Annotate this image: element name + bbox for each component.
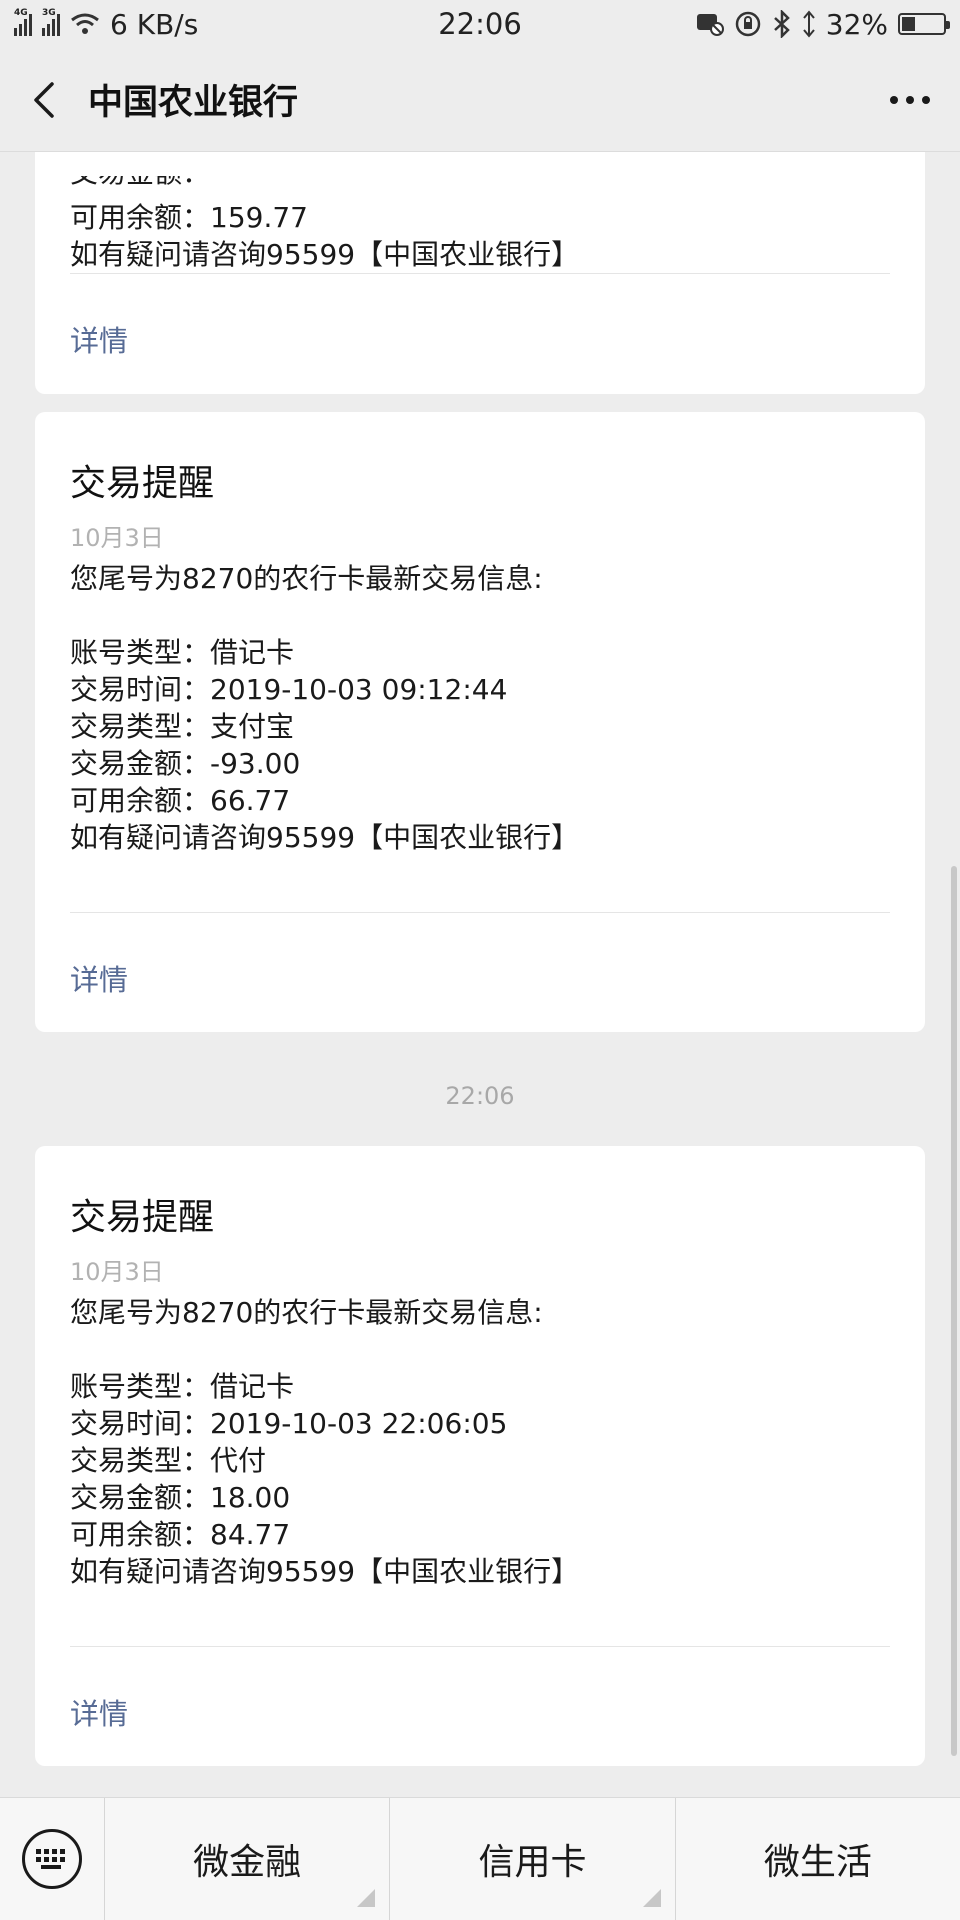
network-speed: 6 KB/s: [110, 7, 199, 41]
back-button[interactable]: [0, 48, 88, 152]
menu-item-label: 微金融: [193, 1842, 302, 1883]
menu-item-credit-card[interactable]: 信用卡: [389, 1797, 674, 1920]
card-line: 交易时间：2019-10-03 22:06:05: [70, 1407, 508, 1440]
card-date: 10月3日: [70, 1258, 164, 1286]
message-card[interactable]: 交易提醒 10月3日 您尾号为8270的农行卡最新交易信息: 账号类型：借记卡 交易…: [35, 412, 925, 1032]
card-line: 交易类型：代付: [70, 1444, 267, 1477]
battery-icon: [898, 13, 950, 35]
card-detail-link[interactable]: 详情: [70, 1691, 128, 1733]
card-date: 10月3日: [70, 524, 164, 552]
more-dots-icon: [890, 96, 930, 104]
card-line: 交易金额：18.00: [70, 1481, 291, 1514]
card-body: 交易金额： 可用余额：159.77 如有疑问请咨询95599【中国农业银行】: [70, 162, 579, 273]
menu-item-life[interactable]: 微生活: [674, 1797, 960, 1920]
card-line: 可用余额：66.77: [70, 784, 291, 817]
card-body: 您尾号为8270的农行卡最新交易信息: 账号类型：借记卡交易时间：2019-10-…: [70, 560, 579, 856]
card-title: 交易提醒: [70, 463, 215, 504]
nav-bar: 中国农业银行: [0, 48, 960, 152]
message-card[interactable]: 交易提醒 10月3日 您尾号为8270的农行卡最新交易信息: 账号类型：借记卡 交易…: [35, 1146, 925, 1766]
card-line: 交易金额：: [70, 156, 211, 189]
message-card[interactable]: 交易金额： 可用余额：159.77 如有疑问请咨询95599【中国农业银行】 详情: [35, 152, 925, 394]
submenu-indicator-icon: [642, 1888, 661, 1907]
card-line: 账号类型：借记卡: [70, 636, 295, 669]
menu-item-finance[interactable]: 微金融: [104, 1797, 389, 1920]
scrollbar[interactable]: [951, 866, 957, 1756]
battery-fill: [902, 17, 915, 31]
card-title: 交易提醒: [70, 1197, 215, 1238]
card-line: 如有疑问请咨询95599【中国农业银行】: [70, 1555, 580, 1588]
card-divider: [70, 1646, 890, 1647]
page-title: 中国农业银行: [88, 83, 299, 123]
wechat-official-account-chat: 4G 3G 6 KB/s 22:06 32% 中国农业银行 交易金额： 可用余额…: [0, 0, 960, 1920]
card-line: 可用余额：159.77: [70, 201, 308, 234]
bottom-menu-bar: 微金融 信用卡 微生活: [0, 1797, 960, 1920]
bluetooth-icon: [773, 10, 790, 38]
keyboard-icon: [22, 1829, 82, 1889]
chat-timestamp: 22:06: [445, 1082, 515, 1110]
card-intro: 您尾号为8270的农行卡最新交易信息:: [70, 1296, 543, 1329]
wifi-icon: [71, 13, 99, 34]
message-list: 交易金额： 可用余额：159.77 如有疑问请咨询95599【中国农业银行】 详情 …: [0, 152, 960, 1797]
card-line: 交易类型：支付宝: [70, 710, 295, 743]
card-divider: [70, 912, 890, 913]
rotation-lock-icon: [735, 11, 761, 37]
card-line: 账号类型：借记卡: [70, 1370, 295, 1403]
menu-item-label: 信用卡: [478, 1842, 587, 1883]
card-intro: 您尾号为8270的农行卡最新交易信息:: [70, 562, 543, 595]
battery-percent: 32%: [825, 7, 888, 41]
card-divider: [70, 273, 890, 274]
card-line: 交易金额：-93.00: [70, 747, 301, 780]
keyboard-toggle-button[interactable]: [0, 1798, 104, 1920]
status-right: 32%: [696, 7, 950, 41]
signal-3g-icon: 3G: [42, 8, 60, 36]
card-detail-link[interactable]: 详情: [70, 318, 128, 360]
signal-4g-icon: 4G: [14, 8, 32, 36]
card-line: 如有疑问请咨询95599【中国农业银行】: [70, 821, 580, 854]
card-line: 如有疑问请咨询95599【中国农业银行】: [70, 238, 580, 271]
card-line: 交易时间：2019-10-03 09:12:44: [70, 673, 508, 706]
message-notification-icon: [696, 14, 724, 36]
back-arrow-icon: [34, 81, 54, 118]
card-line: 可用余额：84.77: [70, 1518, 291, 1551]
card-body: 您尾号为8270的农行卡最新交易信息: 账号类型：借记卡交易时间：2019-10-…: [70, 1294, 579, 1590]
submenu-indicator-icon: [357, 1888, 376, 1907]
more-button[interactable]: [884, 74, 936, 126]
status-bar: 4G 3G 6 KB/s 22:06 32%: [0, 0, 960, 48]
menu-item-label: 微生活: [763, 1842, 872, 1883]
status-left: 4G 3G 6 KB/s: [14, 8, 198, 41]
card-detail-link[interactable]: 详情: [70, 957, 128, 999]
data-transfer-icon: [802, 10, 815, 38]
